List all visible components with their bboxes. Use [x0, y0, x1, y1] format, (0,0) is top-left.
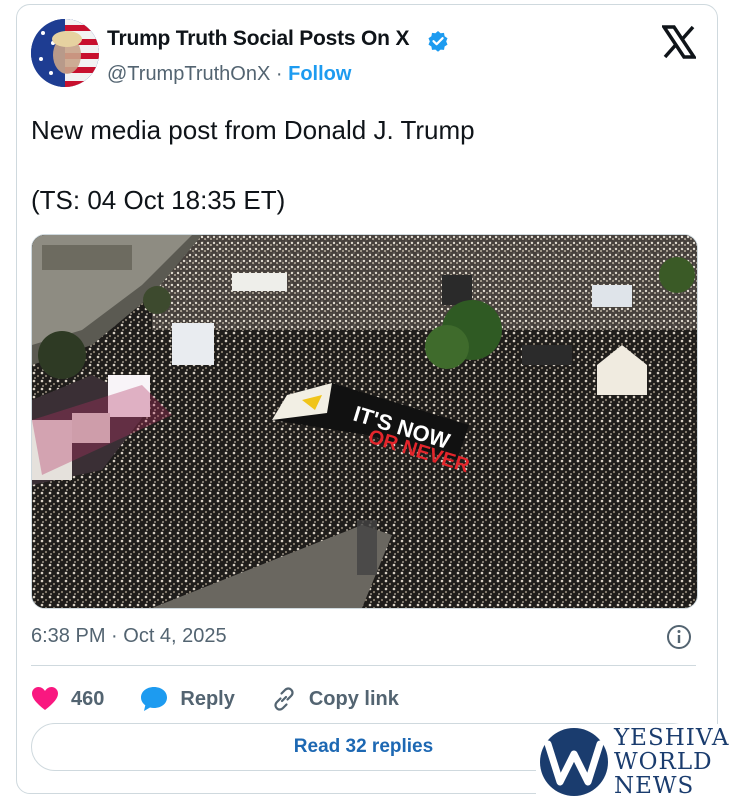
x-logo-icon[interactable] [662, 25, 696, 59]
speech-bubble-icon [141, 687, 168, 711]
avatar-image [31, 19, 99, 87]
rally-crowd-image: IT'S NOW OR NEVER [32, 235, 697, 608]
follow-button[interactable]: Follow [288, 63, 351, 85]
like-button[interactable]: 460 [31, 686, 104, 712]
action-bar: 460 Reply Copy link [31, 681, 435, 717]
display-name[interactable]: Trump Truth Social Posts On X [107, 27, 409, 51]
link-icon [274, 687, 294, 711]
post-text: New media post from Donald J. Trump [31, 115, 475, 145]
watermark-text: YESHIVA WORLD NEWS [614, 726, 730, 798]
tweet-card: Trump Truth Social Posts On X @TrumpTrut… [16, 4, 718, 794]
separator: · [275, 63, 283, 85]
watermark-logo: YESHIVA WORLD NEWS [536, 724, 734, 800]
copy-link-button[interactable]: Copy link [271, 686, 399, 712]
post-timestamp-note: (TS: 04 Oct 18:35 ET) [31, 185, 286, 215]
handle[interactable]: @TrumpTruthOnX [107, 63, 270, 85]
divider [31, 665, 696, 666]
watermark-line3: NEWS [614, 773, 695, 799]
verified-badge-icon [428, 31, 448, 52]
watermark-line1: YESHIVA [614, 725, 730, 751]
avatar[interactable] [31, 19, 99, 87]
heart-icon [32, 687, 58, 710]
reply-label: Reply [180, 687, 235, 710]
handle-row: @TrumpTruthOnX · Follow [107, 63, 351, 86]
media-image[interactable]: IT'S NOW OR NEVER [31, 234, 698, 609]
reply-button[interactable]: Reply [140, 686, 235, 712]
yeshiva-world-news-logo-icon [540, 728, 608, 796]
post-time[interactable]: 6:38 PM · Oct 4, 2025 [31, 625, 227, 648]
watermark-line2: WORLD [614, 749, 713, 775]
copy-link-label: Copy link [308, 687, 399, 710]
info-icon[interactable] [665, 623, 693, 651]
likes-count: 460 [71, 687, 105, 710]
